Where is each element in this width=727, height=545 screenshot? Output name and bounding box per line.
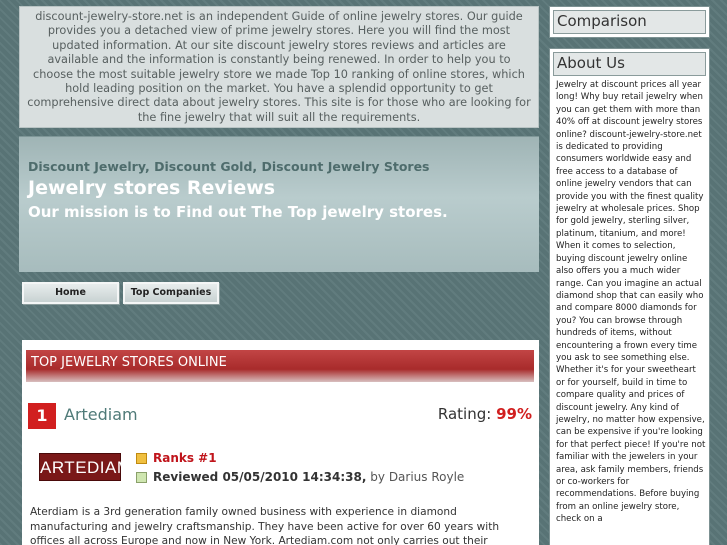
intro-text: discount-jewelry-store.net is an indepen… xyxy=(19,6,539,128)
about-title: About Us xyxy=(553,52,706,76)
about-box: About Us Jewelry at discount prices all … xyxy=(549,48,710,545)
entry-header: 1 Artediam Rating: 99% xyxy=(28,403,534,429)
entry-description: Aterdiam is a 3rd generation family owne… xyxy=(30,506,500,545)
hero-mission: Our mission is to Find out The Top jewel… xyxy=(28,203,448,221)
comparison-title[interactable]: Comparison xyxy=(553,10,706,34)
comparison-box: Comparison xyxy=(549,6,710,38)
nav-home-button[interactable]: Home xyxy=(22,282,119,304)
about-text: Jewelry at discount prices all year long… xyxy=(556,80,706,525)
reviewed-date: Reviewed 05/05/2010 14:34:38, xyxy=(153,470,367,484)
store-logo[interactable]: ARTEDIAM xyxy=(39,453,131,481)
entry-meta: Ranks #1 Reviewed 05/05/2010 14:34:38, b… xyxy=(136,449,464,487)
hero-banner: Discount Jewelry, Discount Gold, Discoun… xyxy=(19,136,539,272)
hero-tags: Discount Jewelry, Discount Gold, Discoun… xyxy=(28,159,430,174)
ranks-icon xyxy=(136,453,147,464)
reviewed-icon xyxy=(136,472,147,483)
rank-number-badge: 1 xyxy=(28,403,56,429)
main-content: TOP JEWELRY STORES ONLINE 1 Artediam Rat… xyxy=(22,340,539,545)
ranks-text: Ranks #1 xyxy=(153,451,217,465)
nav-top-companies-button[interactable]: Top Companies xyxy=(123,282,219,304)
hero-title: Jewelry stores Reviews xyxy=(28,177,276,199)
main-nav: Home Top Companies xyxy=(22,282,219,304)
rating-value: 99% xyxy=(496,405,532,423)
rating-label: Rating: xyxy=(437,405,492,423)
rating: Rating: 99% xyxy=(438,405,532,423)
section-title: TOP JEWELRY STORES ONLINE xyxy=(26,350,534,382)
store-name-link[interactable]: Artediam xyxy=(64,405,138,424)
reviewer-name: by Darius Royle xyxy=(370,470,465,484)
